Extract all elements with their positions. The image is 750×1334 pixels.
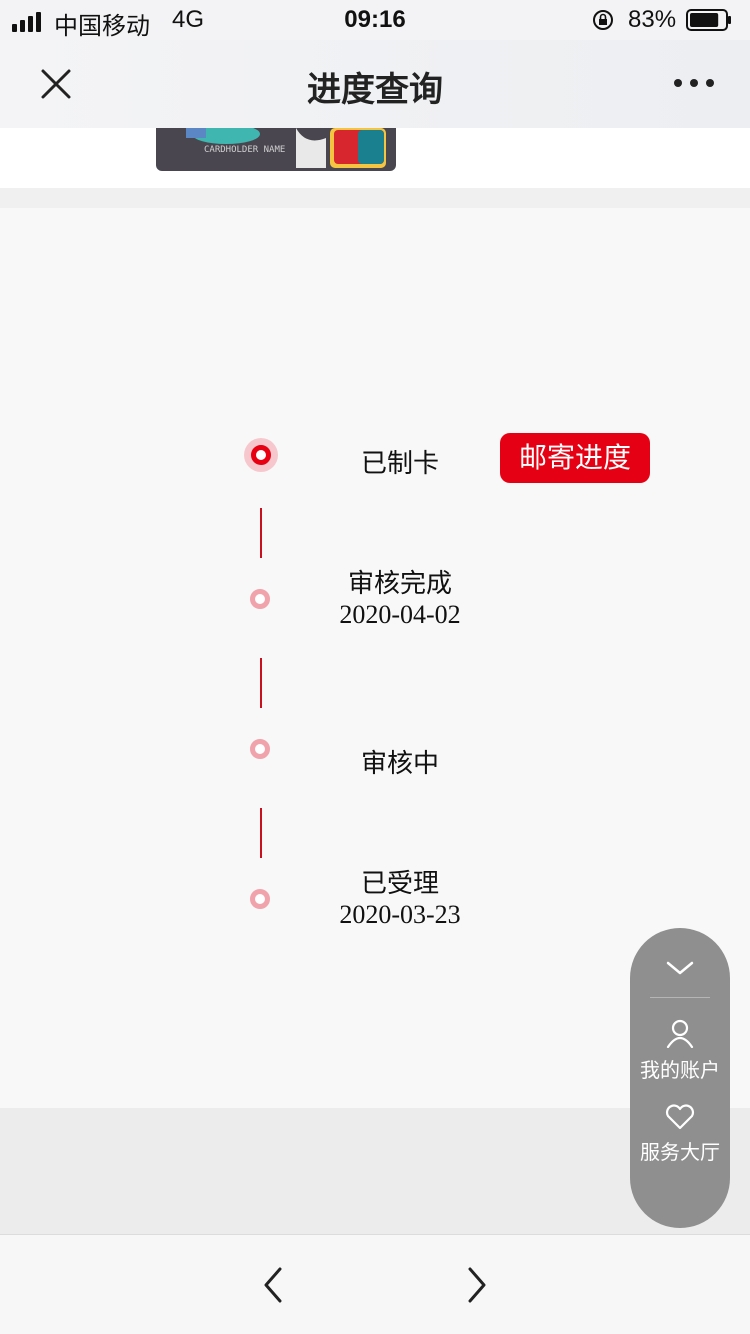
step-label: 审核完成 — [347, 568, 452, 598]
chevron-right-icon[interactable] — [460, 1265, 492, 1305]
step-label: 已受理 — [360, 868, 439, 898]
credit-card-image: CARDHOLDER NAME — [156, 128, 396, 171]
step-date: 2020-03-23 — [339, 900, 461, 929]
step-dot — [250, 739, 270, 759]
my-account-button[interactable]: 我的账户 — [630, 1018, 730, 1083]
more-icon[interactable] — [672, 76, 716, 90]
status-bar: 中国移动 4G 09:16 83% — [0, 0, 750, 40]
heart-icon — [665, 1104, 695, 1130]
timeline-connector — [260, 508, 262, 558]
menu-divider — [650, 997, 710, 998]
step-label: 已制卡 — [360, 448, 439, 478]
svg-text:CARDHOLDER NAME: CARDHOLDER NAME — [204, 145, 285, 155]
battery-icon — [686, 9, 731, 31]
step-dot — [250, 589, 270, 609]
nav-bar: 进度查询 — [0, 40, 750, 128]
page-title: 进度查询 — [307, 71, 443, 109]
chevron-down-icon[interactable] — [664, 958, 696, 978]
step-dot — [250, 889, 270, 909]
chevron-left-icon[interactable] — [258, 1265, 290, 1305]
timeline-connector — [260, 658, 262, 708]
my-account-label: 我的账户 — [640, 1060, 720, 1082]
service-hall-label: 服务大厅 — [640, 1142, 720, 1164]
step-dot-active — [244, 438, 278, 472]
step-date: 2020-04-02 — [339, 600, 461, 629]
card-section: CARDHOLDER NAME — [0, 128, 750, 188]
service-hall-button[interactable]: 服务大厅 — [630, 1104, 730, 1165]
bottom-nav-bar — [0, 1234, 750, 1334]
mail-progress-button[interactable]: 邮寄进度 — [500, 433, 650, 483]
battery-percent: 83% — [628, 6, 677, 33]
section-divider — [0, 188, 750, 208]
user-icon — [666, 1019, 694, 1048]
timeline-connector — [260, 808, 262, 858]
rotation-lock-icon — [593, 10, 613, 30]
floating-menu: 我的账户 服务大厅 — [630, 928, 730, 1228]
step-label: 审核中 — [360, 748, 439, 778]
